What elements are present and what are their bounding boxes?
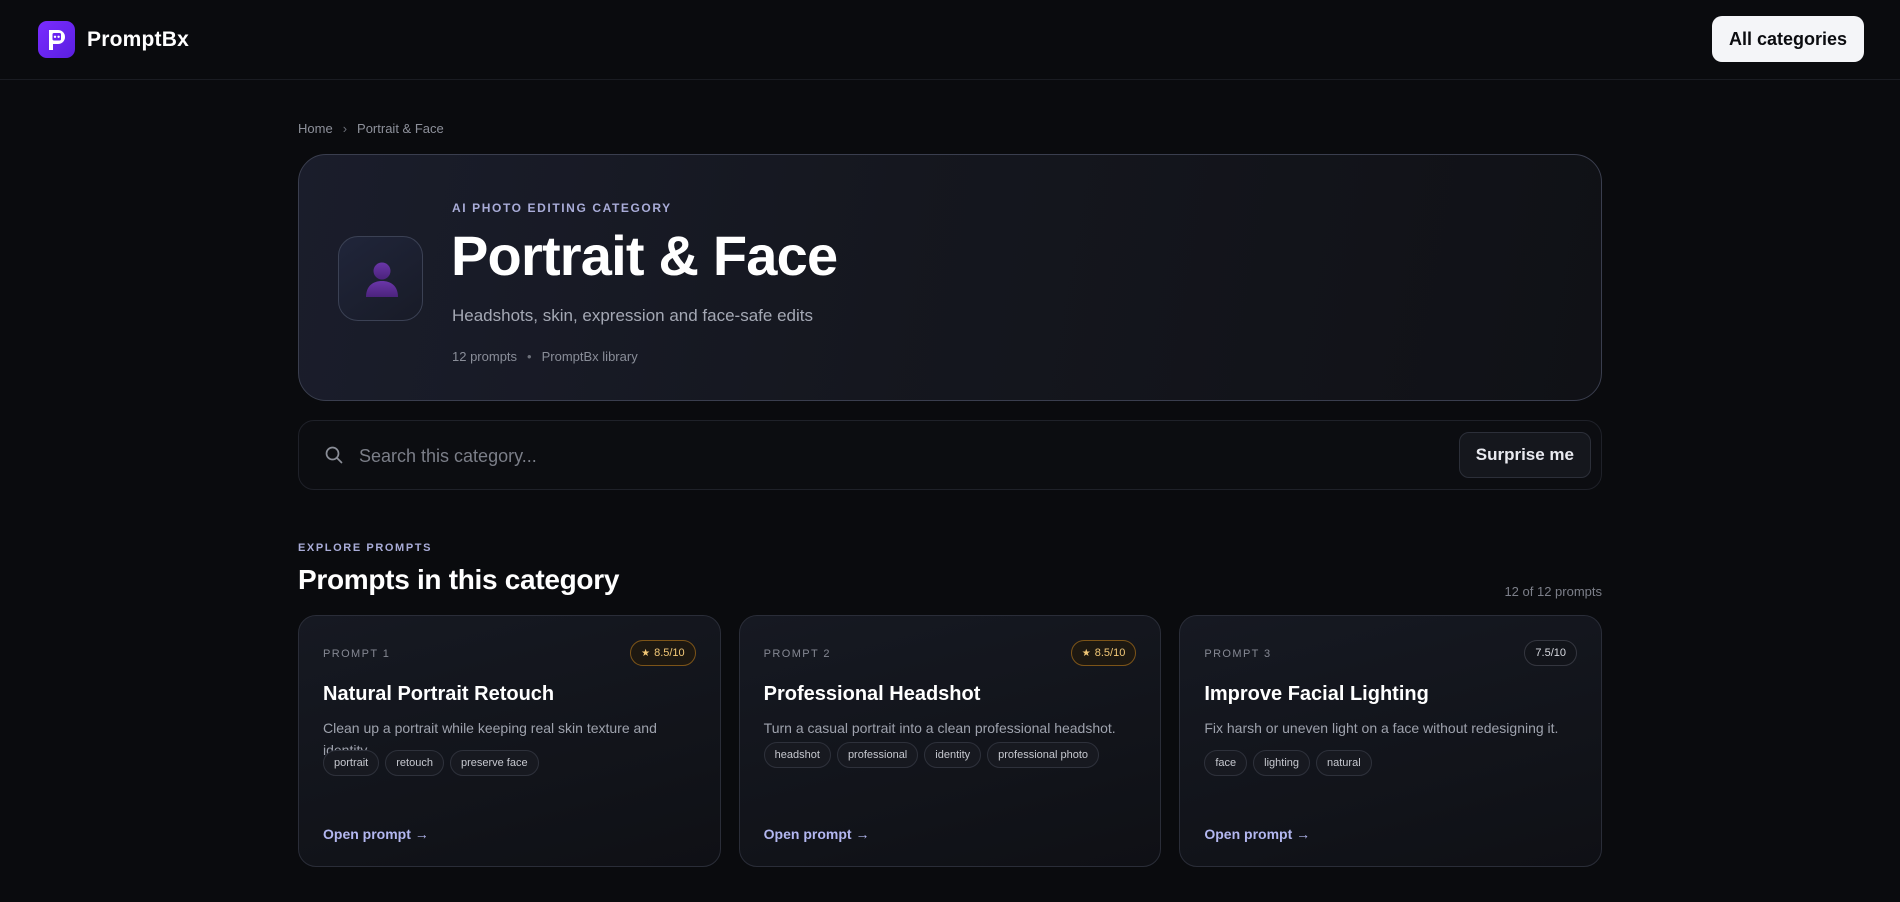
prompts-section-header: EXPLORE PROMPTS Prompts in this category…: [298, 542, 1602, 602]
tag-chip[interactable]: preserve face: [449, 750, 539, 776]
surprise-me-button[interactable]: Surprise me: [1458, 432, 1591, 478]
tag-list: portrait retouch preserve face: [323, 750, 703, 776]
prompt-description: Fix harsh or uneven light on a face with…: [1204, 720, 1559, 736]
tag-list: face lighting natural: [1204, 750, 1584, 776]
rating-value: 8.5/10: [654, 647, 685, 659]
prompt-count: 12 prompts: [452, 349, 518, 364]
category-hero: AI PHOTO EDITING CATEGORY Portrait & Fac…: [298, 154, 1602, 401]
tag-chip[interactable]: headshot: [763, 742, 831, 768]
tag-chip[interactable]: face: [1204, 750, 1248, 776]
prompt-title: Professional Headshot: [763, 683, 981, 705]
section-eyebrow: EXPLORE PROMPTS: [298, 542, 433, 554]
hero-meta: 12 prompts • PromptBx library: [452, 349, 638, 364]
results-count: 12 of 12 prompts: [1504, 584, 1602, 599]
person-silhouette-icon: [366, 262, 398, 297]
open-prompt-link[interactable]: Open prompt →: [764, 826, 870, 842]
prompt-number-label: PROMPT 3: [1204, 648, 1272, 660]
tag-chip[interactable]: natural: [1316, 750, 1372, 776]
brand-name: PromptBx: [87, 27, 189, 51]
breadcrumb-home-link[interactable]: Home: [298, 121, 333, 136]
category-icon-tile: [338, 236, 423, 321]
all-categories-button[interactable]: All categories: [1711, 16, 1864, 62]
section-title: Prompts in this category: [298, 564, 620, 595]
search-bar: Surprise me: [298, 420, 1602, 490]
tag-chip[interactable]: professional: [836, 742, 919, 768]
prompt-number-label: PROMPT 2: [763, 648, 831, 660]
prompt-card[interactable]: PROMPT 3 7.5/10 Improve Facial Lighting …: [1179, 615, 1603, 867]
prompt-card-grid: PROMPT 1 ★ 8.5/10 Natural Portrait Retou…: [298, 615, 1603, 867]
open-prompt-link[interactable]: Open prompt →: [323, 826, 429, 842]
main-content: Home › Portrait & Face AI PHOTO EDITING …: [298, 80, 1603, 867]
rating-value: 7.5/10: [1535, 647, 1567, 659]
prompt-title: Natural Portrait Retouch: [323, 683, 555, 705]
rating-badge: 7.5/10: [1524, 640, 1578, 666]
breadcrumb: Home › Portrait & Face: [298, 120, 1602, 136]
page-title: Portrait & Face: [451, 224, 838, 287]
prompt-title: Improve Facial Lighting: [1204, 683, 1429, 705]
top-navigation-bar: PromptBx All categories: [0, 0, 1900, 80]
breadcrumb-current: Portrait & Face: [357, 120, 444, 136]
promptbx-logo-icon: [38, 21, 75, 58]
tag-list: headshot professional identity professio…: [763, 742, 1144, 768]
breadcrumb-separator: ›: [342, 120, 348, 136]
rating-badge: ★ 8.5/10: [1070, 640, 1137, 666]
rating-value: 8.5/10: [1094, 647, 1126, 659]
prompt-number-label: PROMPT 1: [323, 648, 391, 660]
tag-chip[interactable]: identity: [924, 742, 982, 768]
library-source: PromptBx library: [541, 349, 638, 364]
open-prompt-link[interactable]: Open prompt →: [1204, 826, 1310, 842]
search-icon: [324, 445, 344, 470]
tag-chip[interactable]: professional photo: [987, 742, 1100, 768]
star-icon: ★: [641, 647, 651, 659]
rating-badge: ★ 8.5/10: [630, 640, 696, 666]
prompt-description: Turn a casual portrait into a clean prof…: [763, 720, 1116, 736]
tag-chip[interactable]: lighting: [1253, 750, 1310, 776]
tag-chip[interactable]: portrait: [323, 750, 380, 776]
search-input[interactable]: [359, 437, 1359, 475]
hero-subtitle: Headshots, skin, expression and face-saf…: [452, 306, 813, 325]
tag-chip[interactable]: retouch: [385, 750, 444, 776]
hero-eyebrow: AI PHOTO EDITING CATEGORY: [452, 201, 672, 215]
meta-separator-dot: •: [527, 349, 532, 364]
prompt-card[interactable]: PROMPT 2 ★ 8.5/10 Professional Headshot …: [738, 615, 1162, 867]
star-icon: ★: [1081, 647, 1091, 659]
brand-home-link[interactable]: PromptBx: [38, 21, 189, 58]
prompt-card[interactable]: PROMPT 1 ★ 8.5/10 Natural Portrait Retou…: [298, 615, 721, 867]
